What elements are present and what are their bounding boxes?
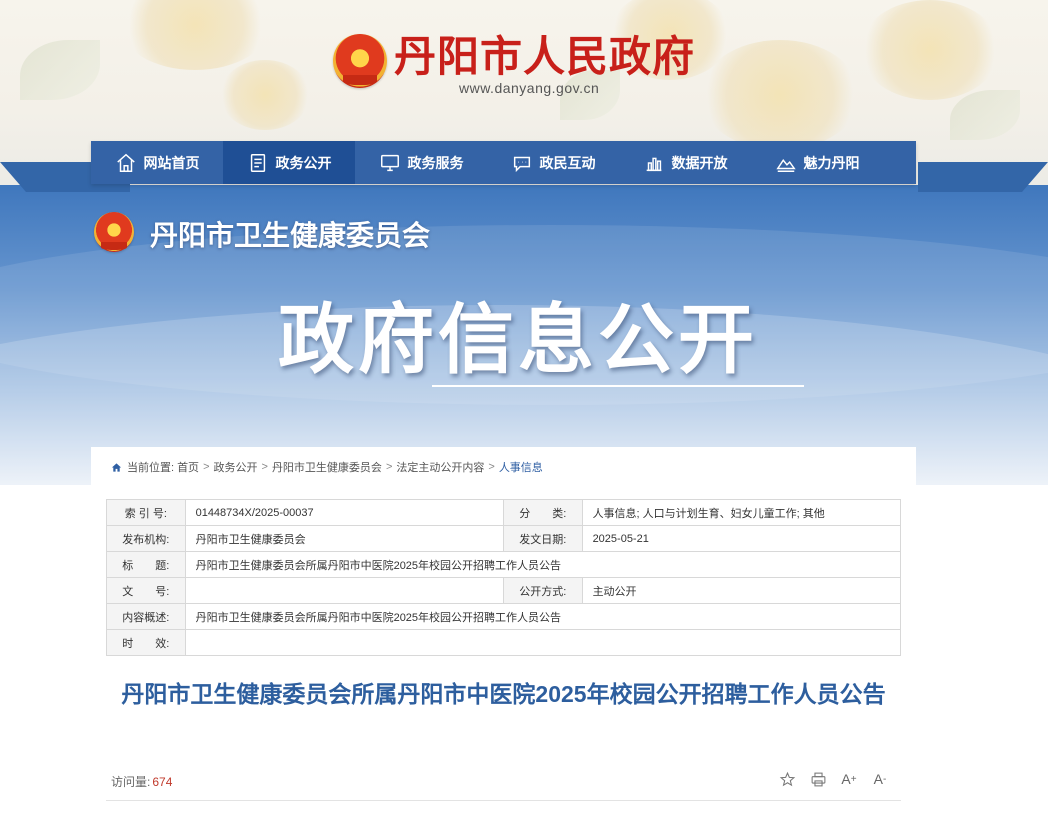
validity-label: 时 效:	[106, 629, 186, 656]
site-url: www.danyang.gov.cn	[459, 80, 600, 96]
home-icon	[116, 153, 135, 172]
nav-item-label: 政民互动	[539, 154, 596, 171]
table-row: 内容概述: 丹阳市卫生健康委员会所属丹阳市中医院2025年校园公开招聘工作人员公…	[106, 603, 902, 630]
star-icon	[779, 771, 795, 786]
breadcrumb-prefix: 当前位置:	[127, 462, 175, 474]
breadcrumb-link-statutory[interactable]: 法定主动公开内容	[396, 459, 484, 475]
font-decrease-label: A	[873, 771, 883, 787]
landscape-icon	[775, 158, 796, 172]
monitor-icon	[380, 154, 399, 171]
nav-item-label: 政务服务	[407, 154, 464, 171]
breadcrumb: 当前位置: 首页 > 政务公开 > 丹阳市卫生健康委员会 > 法定主动公开内容 …	[111, 459, 543, 475]
breadcrumb-separator: >	[203, 461, 210, 473]
validity-value	[184, 629, 902, 656]
visit-count-value: 674	[152, 775, 173, 789]
table-row: 索 引 号: 01448734X/2025-00037 分 类: 人事信息; 人…	[106, 499, 902, 526]
chart-icon	[646, 157, 661, 171]
blossom-decoration	[220, 60, 310, 130]
table-row: 发布机构: 丹阳市卫生健康委员会 发文日期: 2025-05-21	[106, 525, 902, 552]
table-row: 时 效:	[106, 629, 902, 656]
nav-item-open-data[interactable]: 数据开放	[619, 141, 751, 184]
category-value: 人事信息; 人口与计划生育、妇女儿童工作; 其他	[581, 499, 902, 526]
leaf-decoration	[20, 40, 100, 100]
breadcrumb-link-department[interactable]: 丹阳市卫生健康委员会	[272, 459, 382, 475]
title-label: 标 题:	[106, 551, 186, 578]
breadcrumb-separator: >	[488, 461, 495, 473]
favorite-button[interactable]	[777, 769, 797, 789]
department-emblem-logo	[94, 212, 134, 252]
nav-item-interaction[interactable]: 政民互动	[487, 141, 619, 184]
font-increase-label: A	[841, 771, 851, 787]
breadcrumb-link-home[interactable]: 首页	[177, 459, 199, 475]
font-decrease-sup: -	[883, 773, 887, 785]
nav-item-label: 网站首页	[143, 154, 200, 171]
index-label: 索 引 号:	[106, 499, 186, 526]
category-label: 分 类:	[502, 499, 583, 526]
method-value: 主动公开	[581, 577, 902, 604]
print-button[interactable]	[808, 769, 828, 789]
title-value: 丹阳市卫生健康委员会所属丹阳市中医院2025年校园公开招聘工作人员公告	[184, 551, 902, 578]
font-decrease-button[interactable]: A-	[870, 769, 890, 789]
visit-count-label: 访问量:	[111, 775, 151, 789]
content-panel: 当前位置: 首页 > 政务公开 > 丹阳市卫生健康委员会 > 法定主动公开内容 …	[91, 447, 916, 814]
printer-icon	[811, 772, 825, 786]
breadcrumb-separator: >	[261, 461, 268, 473]
metadata-table: 索 引 号: 01448734X/2025-00037 分 类: 人事信息; 人…	[106, 499, 902, 656]
nav-item-label: 数据开放	[671, 154, 728, 171]
department-title[interactable]: 丹阳市卫生健康委员会	[150, 216, 430, 256]
visit-count: 访问量: 674	[111, 773, 172, 790]
method-label: 公开方式:	[502, 577, 583, 604]
article-tools: A + A-	[777, 769, 890, 789]
blossom-decoration	[860, 0, 1000, 100]
national-emblem-logo[interactable]	[333, 34, 387, 88]
blossom-decoration	[700, 40, 860, 150]
blossom-decoration	[120, 0, 270, 70]
summary-value: 丹阳市卫生健康委员会所属丹阳市中医院2025年校园公开招聘工作人员公告	[184, 603, 902, 630]
nav-item-services[interactable]: 政务服务	[355, 141, 487, 184]
publisher-value: 丹阳市卫生健康委员会	[184, 525, 504, 552]
breadcrumb-link-gov-affairs[interactable]: 政务公开	[214, 459, 258, 475]
divider	[106, 800, 901, 801]
publisher-label: 发布机构:	[106, 525, 186, 552]
index-value: 01448734X/2025-00037	[184, 499, 504, 526]
nav-item-home[interactable]: 网站首页	[91, 141, 223, 184]
breadcrumb-current[interactable]: 人事信息	[499, 459, 543, 475]
leaf-decoration	[950, 90, 1020, 140]
table-row: 文 号: 公开方式: 主动公开	[106, 577, 902, 604]
main-nav: 网站首页 政务公开 政务服务 政民互动 数据开放 魅力丹阳	[91, 141, 916, 184]
site-title[interactable]: 丹阳市人民政府	[394, 30, 695, 84]
location-home-icon	[111, 462, 122, 472]
hero-underline	[432, 385, 804, 387]
table-row: 标 题: 丹阳市卫生健康委员会所属丹阳市中医院2025年校园公开招聘工作人员公告	[106, 551, 902, 578]
chat-icon	[513, 156, 530, 172]
docno-value	[184, 577, 504, 604]
article-title: 丹阳市卫生健康委员会所属丹阳市中医院2025年校园公开招聘工作人员公告	[121, 681, 886, 707]
hero-title: 政府信息公开	[278, 298, 758, 383]
docno-label: 文 号:	[106, 577, 186, 604]
font-increase-button[interactable]: A +	[839, 769, 859, 789]
font-increase-sup: +	[850, 773, 857, 785]
breadcrumb-separator: >	[385, 461, 393, 473]
nav-item-label: 政务公开	[275, 154, 332, 171]
summary-label: 内容概述:	[106, 603, 186, 630]
nav-item-government-affairs[interactable]: 政务公开	[223, 141, 355, 184]
nav-item-label: 魅力丹阳	[803, 154, 860, 171]
date-label: 发文日期:	[502, 525, 583, 552]
document-icon	[250, 153, 265, 172]
date-value: 2025-05-21	[581, 525, 902, 552]
nav-item-charm-danyang[interactable]: 魅力丹阳	[751, 141, 883, 184]
